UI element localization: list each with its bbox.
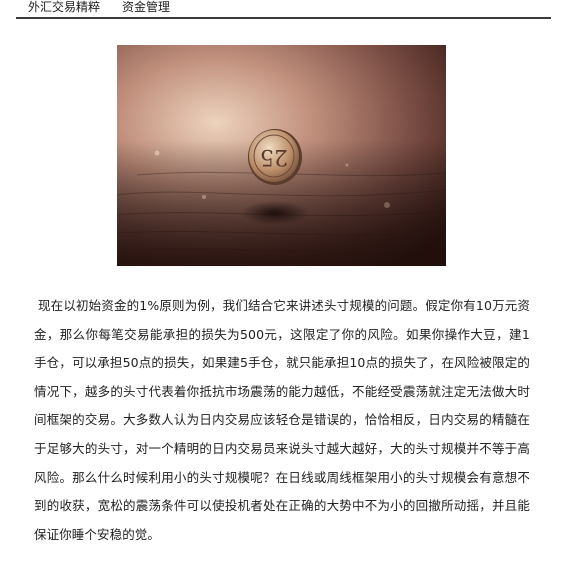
coin-shadow	[241, 201, 309, 225]
nav-divider	[16, 17, 551, 19]
nav-tab-forex-essence[interactable]: 外汇交易精粹	[28, 0, 100, 14]
article-photo: 25	[117, 45, 446, 266]
top-nav: 外汇交易精粹 资金管理	[0, 0, 562, 20]
svg-text:25: 25	[260, 144, 288, 169]
nav-tab-money-management[interactable]: 资金管理	[122, 0, 170, 14]
coin-icon: 25	[248, 129, 302, 185]
article-body: 现在以初始资金的1%原则为例，我们结合它来讲述头寸规模的问题。假定你有10万元资…	[34, 298, 530, 542]
